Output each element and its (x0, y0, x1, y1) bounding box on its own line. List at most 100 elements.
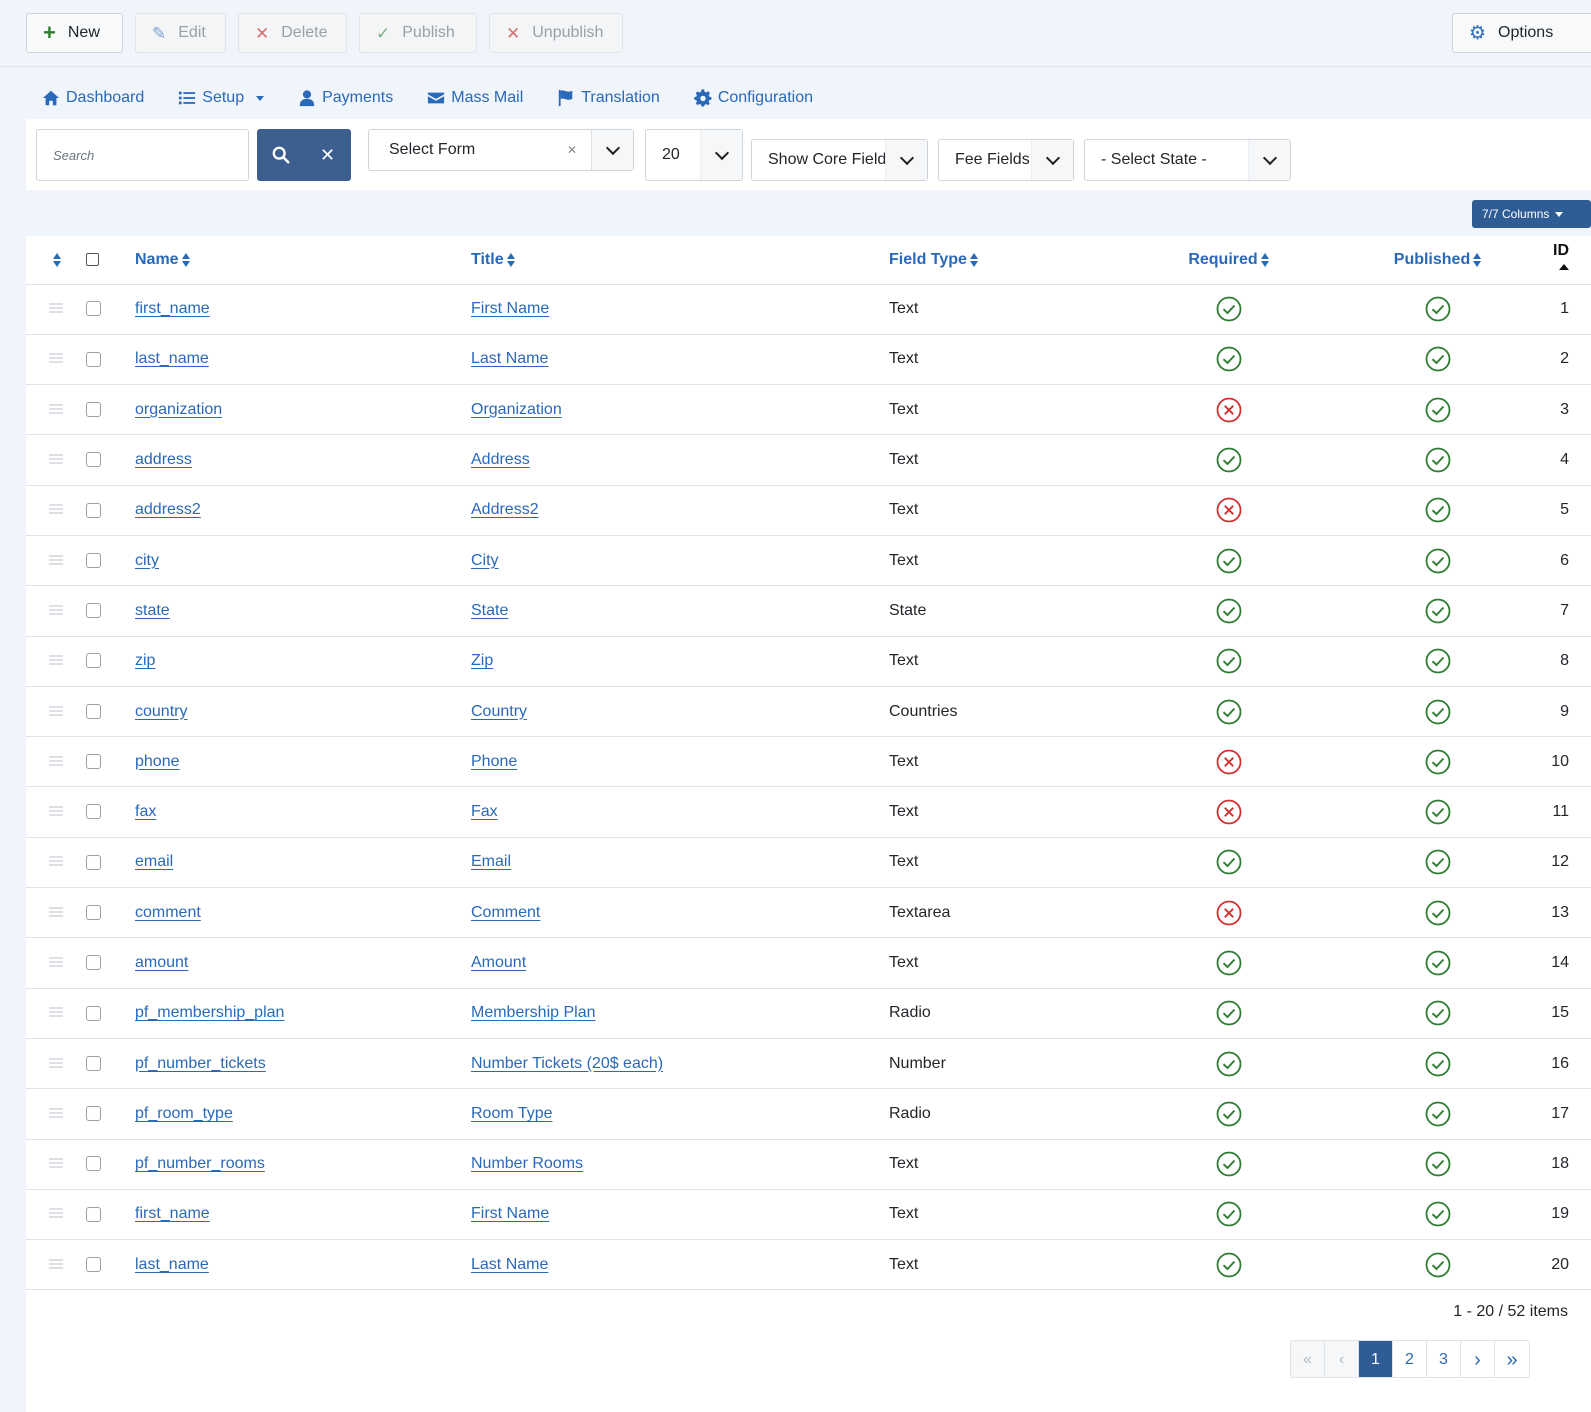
drag-handle-cell[interactable] (26, 636, 86, 687)
check-circle-icon[interactable] (1425, 296, 1451, 322)
drag-handle-cell[interactable] (26, 1038, 86, 1090)
nav-translation[interactable]: Translation (557, 89, 660, 107)
id-header[interactable]: ID (1547, 236, 1591, 285)
field-name-link[interactable]: pf_number_tickets (135, 1055, 266, 1072)
check-circle-icon[interactable] (1425, 1101, 1451, 1127)
check-circle-icon[interactable] (1216, 1101, 1242, 1127)
field-name-link[interactable]: last_name (135, 350, 209, 367)
check-circle-icon[interactable] (1216, 346, 1242, 372)
field-name-link[interactable]: address (135, 451, 192, 468)
select-form[interactable]: Select Form ✕ (368, 129, 634, 171)
x-circle-icon[interactable] (1216, 799, 1242, 825)
field-name-link[interactable]: comment (135, 904, 201, 921)
field-title-link[interactable]: City (471, 552, 499, 569)
row-checkbox[interactable] (86, 804, 101, 820)
row-checkbox[interactable] (86, 904, 101, 920)
drag-handle-cell[interactable] (26, 1239, 86, 1291)
field-name-link[interactable]: pf_membership_plan (135, 1004, 284, 1021)
check-circle-icon[interactable] (1216, 1000, 1242, 1026)
field-title-link[interactable]: Room Type (471, 1105, 553, 1122)
ordering-header[interactable] (26, 236, 86, 285)
nav-setup[interactable]: Setup (178, 89, 265, 107)
check-circle-icon[interactable] (1216, 699, 1242, 725)
field-title-link[interactable]: Zip (471, 652, 493, 669)
check-circle-icon[interactable] (1425, 900, 1451, 926)
clear-icon[interactable]: ✕ (567, 143, 577, 157)
title-header[interactable]: Title (471, 236, 889, 285)
field-title-link[interactable]: Membership Plan (471, 1004, 596, 1021)
field-title-link[interactable]: First Name (471, 1205, 549, 1222)
last-page-button[interactable]: » (1495, 1341, 1529, 1377)
check-all-checkbox[interactable] (86, 253, 99, 267)
nav-payments[interactable]: Payments (298, 89, 393, 107)
unpublish-button[interactable]: ✕ Unpublish (489, 13, 623, 53)
check-circle-icon[interactable] (1425, 346, 1451, 372)
search-button[interactable] (257, 129, 304, 181)
check-circle-icon[interactable] (1425, 648, 1451, 674)
field-title-link[interactable]: Email (471, 853, 511, 870)
state-select[interactable]: - Select State - (1084, 139, 1291, 181)
x-circle-icon[interactable] (1216, 397, 1242, 423)
search-input[interactable]: Search (36, 129, 249, 181)
check-circle-icon[interactable] (1216, 849, 1242, 875)
drag-handle-cell[interactable] (26, 837, 86, 889)
delete-button[interactable]: ✕ Delete (238, 13, 347, 53)
row-checkbox[interactable] (86, 1206, 101, 1222)
show-core-field-select[interactable]: Show Core Field (751, 139, 928, 181)
list-limit-select[interactable]: 20 (645, 129, 743, 181)
fee-fields-select[interactable]: Fee Fields (938, 139, 1074, 181)
check-circle-icon[interactable] (1425, 849, 1451, 875)
row-checkbox[interactable] (86, 955, 101, 971)
field-name-link[interactable]: city (135, 552, 159, 569)
check-circle-icon[interactable] (1216, 950, 1242, 976)
field-title-link[interactable]: Amount (471, 954, 526, 971)
field-name-link[interactable]: fax (135, 803, 156, 820)
row-checkbox[interactable] (86, 703, 101, 719)
field-name-link[interactable]: phone (135, 753, 180, 770)
field-name-link[interactable]: pf_room_type (135, 1105, 233, 1122)
check-circle-icon[interactable] (1216, 1252, 1242, 1278)
field-title-link[interactable]: Fax (471, 803, 498, 820)
check-circle-icon[interactable] (1425, 548, 1451, 574)
drag-handle-cell[interactable] (26, 1088, 86, 1140)
drag-handle-cell[interactable] (26, 686, 86, 738)
row-checkbox[interactable] (86, 301, 101, 317)
check-circle-icon[interactable] (1425, 950, 1451, 976)
drag-handle-cell[interactable] (26, 1189, 86, 1241)
edit-button[interactable]: ✎ Edit (135, 13, 226, 53)
check-circle-icon[interactable] (1425, 1000, 1451, 1026)
check-circle-icon[interactable] (1216, 598, 1242, 624)
check-circle-icon[interactable] (1425, 447, 1451, 473)
field-type-header[interactable]: Field Type (889, 236, 1129, 285)
page-1-button[interactable]: 1 (1359, 1341, 1393, 1377)
row-checkbox[interactable] (86, 653, 101, 669)
field-title-link[interactable]: Address2 (471, 501, 539, 518)
x-circle-icon[interactable] (1216, 497, 1242, 523)
check-circle-icon[interactable] (1425, 397, 1451, 423)
check-circle-icon[interactable] (1216, 296, 1242, 322)
check-circle-icon[interactable] (1425, 1252, 1451, 1278)
drag-handle-cell[interactable] (26, 988, 86, 1039)
row-checkbox[interactable] (86, 1005, 101, 1021)
drag-handle-cell[interactable] (26, 535, 86, 587)
published-header[interactable]: Published (1329, 236, 1547, 285)
prev-page-button[interactable]: ‹ (1325, 1341, 1359, 1377)
field-title-link[interactable]: Country (471, 703, 527, 720)
check-circle-icon[interactable] (1425, 749, 1451, 775)
field-title-link[interactable]: Phone (471, 753, 517, 770)
drag-handle-cell[interactable] (26, 937, 86, 989)
check-circle-icon[interactable] (1216, 1151, 1242, 1177)
field-name-link[interactable]: first_name (135, 300, 210, 317)
drag-handle-cell[interactable] (26, 585, 86, 637)
field-name-link[interactable]: country (135, 703, 187, 720)
row-checkbox[interactable] (86, 452, 101, 468)
field-title-link[interactable]: Number Tickets (20$ each) (471, 1055, 663, 1072)
row-checkbox[interactable] (86, 552, 101, 568)
drag-handle-cell[interactable] (26, 1139, 86, 1190)
x-circle-icon[interactable] (1216, 749, 1242, 775)
nav-massmail[interactable]: Mass Mail (427, 89, 523, 107)
required-header[interactable]: Required (1129, 236, 1329, 285)
row-checkbox[interactable] (86, 1106, 101, 1122)
page-3-button[interactable]: 3 (1427, 1341, 1461, 1377)
check-circle-icon[interactable] (1216, 447, 1242, 473)
